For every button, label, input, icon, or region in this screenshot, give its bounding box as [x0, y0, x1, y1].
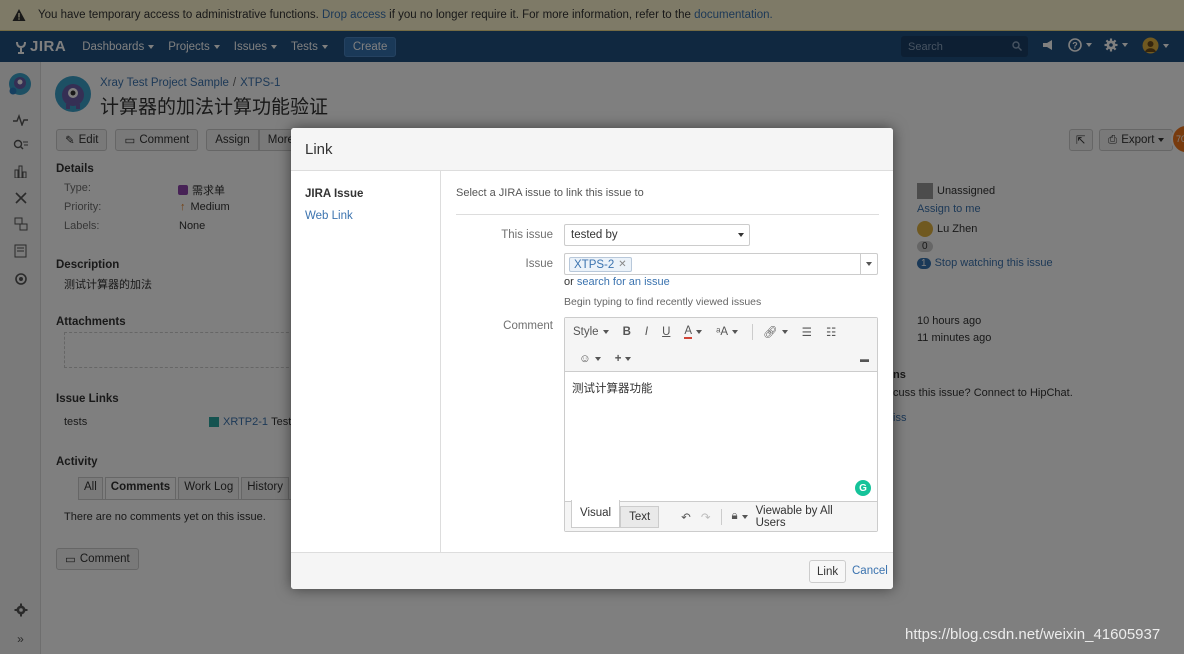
issue-hint: Begin typing to find recently viewed iss…: [564, 296, 762, 308]
grammarly-icon[interactable]: G: [855, 480, 871, 496]
dialog-footer: Link Cancel: [291, 552, 893, 589]
chevron-down-icon: [696, 330, 703, 334]
divider: [456, 214, 879, 215]
text-tab[interactable]: Text: [620, 505, 660, 528]
issue-picker-toggle[interactable]: [860, 254, 877, 274]
divider: [720, 508, 722, 525]
text-color-button[interactable]: A: [684, 325, 703, 339]
dialog-nav-jira-issue[interactable]: JIRA Issue: [305, 188, 363, 200]
bullet-list-icon[interactable]: ☰: [802, 325, 812, 339]
style-dropdown[interactable]: Style: [573, 326, 609, 338]
undo-icon[interactable]: ↶: [681, 510, 691, 524]
chevron-down-icon: [594, 356, 601, 361]
chevron-down-icon: [732, 330, 739, 334]
chevron-down-icon: [781, 330, 788, 334]
numbered-list-icon[interactable]: ☷: [826, 325, 836, 339]
chevron-down-icon: [602, 330, 609, 334]
chevron-down-icon: [625, 356, 632, 361]
issue-label: Issue: [525, 258, 554, 270]
italic-button[interactable]: I: [645, 326, 648, 338]
issue-picker[interactable]: XTPS-2 ✕: [564, 253, 878, 275]
link-dialog: Link JIRA Issue Web Link Select a JIRA i…: [291, 128, 893, 589]
redo-icon[interactable]: ↷: [701, 510, 711, 524]
selected-issue-chip[interactable]: XTPS-2 ✕: [569, 257, 632, 272]
editor-footer: Visual Text ↶ ↷ 🔒︎ Viewable by All Users: [565, 499, 877, 531]
bold-button[interactable]: B: [623, 326, 631, 338]
dialog-nav-web-link[interactable]: Web Link: [305, 210, 353, 222]
link-icon[interactable]: 🔗︎: [763, 325, 788, 339]
comment-textarea[interactable]: 测试计算器功能: [572, 380, 653, 396]
comment-label: Comment: [503, 320, 553, 332]
comment-editor: Style B I U A ᵃA 🔗︎ ☰ ☷ ☺ + ▬ 测试计算器功能 G …: [564, 317, 878, 532]
search-for-issue-link[interactable]: search for an issue: [577, 276, 670, 288]
link-submit-button[interactable]: Link: [809, 560, 847, 583]
lock-icon[interactable]: 🔒︎: [731, 510, 748, 523]
editor-toolbar: Style B I U A ᵃA 🔗︎ ☰ ☷: [565, 318, 877, 346]
this-issue-label: This issue: [501, 229, 553, 241]
chevron-down-icon: [738, 233, 744, 237]
relation-select[interactable]: tested by: [564, 224, 750, 246]
watermark-text: https://blog.csdn.net/weixin_41605937: [905, 626, 1161, 643]
chevron-down-icon: [866, 262, 872, 266]
underline-button[interactable]: U: [662, 326, 670, 338]
insert-more-icon[interactable]: +: [615, 353, 632, 365]
cancel-link[interactable]: Cancel: [852, 565, 888, 577]
divider: [752, 324, 754, 340]
collapse-toolbar-icon[interactable]: ▬: [860, 354, 869, 364]
visibility-label: Viewable by All Users: [755, 504, 833, 529]
text-size-icon[interactable]: ᵃA: [716, 326, 739, 338]
search-issue-row: or search for an issue: [564, 276, 670, 288]
emoticon-icon[interactable]: ☺: [579, 353, 601, 365]
remove-icon[interactable]: ✕: [618, 259, 626, 270]
visual-tab[interactable]: Visual: [571, 499, 621, 528]
editor-toolbar-secondary: ☺ + ▬: [565, 346, 877, 372]
dialog-title: Link: [291, 128, 893, 171]
chevron-down-icon: [741, 514, 748, 519]
dialog-intro: Select a JIRA issue to link this issue t…: [456, 187, 644, 199]
dialog-body: Select a JIRA issue to link this issue t…: [442, 171, 893, 552]
dialog-nav: JIRA Issue Web Link: [291, 171, 441, 552]
